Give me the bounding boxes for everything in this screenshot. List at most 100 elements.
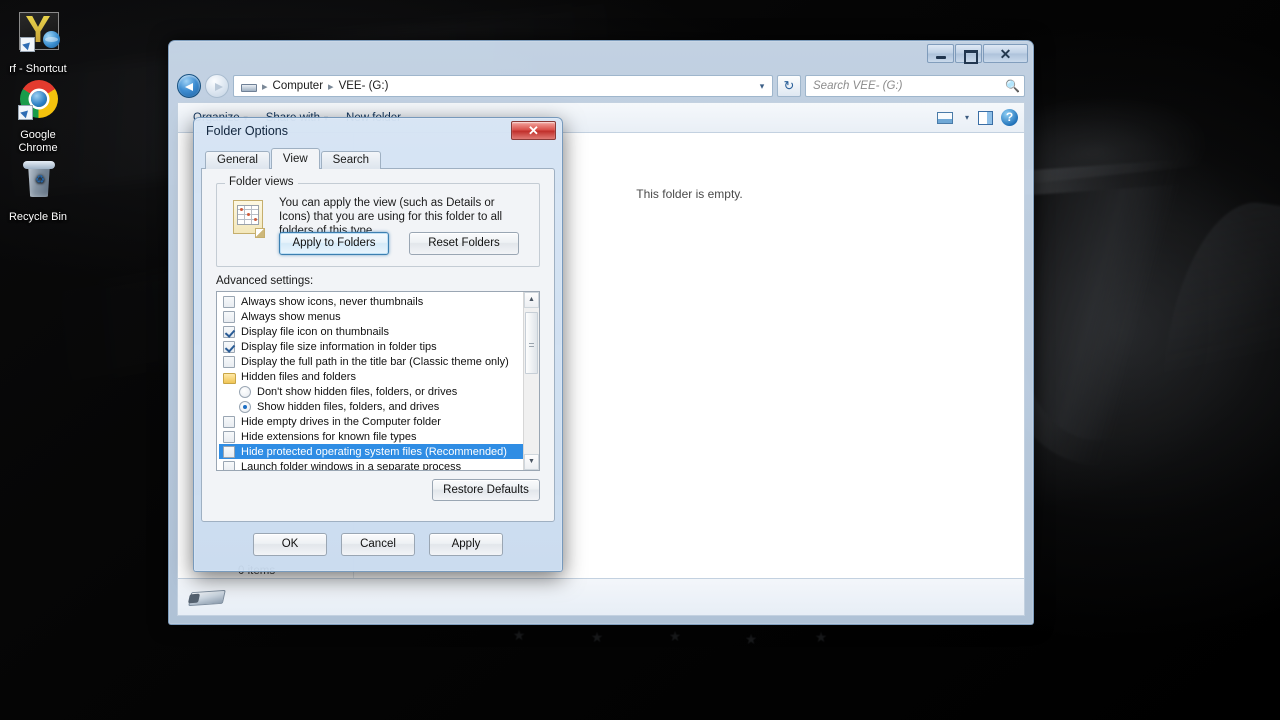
desktop-icon-label: rf - Shortcut <box>9 63 67 75</box>
advanced-setting-row[interactable]: Always show menus <box>219 309 523 324</box>
recycle-bin-icon: ♻ <box>14 160 62 208</box>
scroll-up-icon[interactable]: ▲ <box>524 292 539 308</box>
advanced-setting-row[interactable]: Don't show hidden files, folders, or dri… <box>219 384 523 399</box>
toolbar-right-group: ▾ ? <box>932 107 1018 129</box>
maximize-button[interactable] <box>955 44 982 64</box>
advanced-setting-label: Always show icons, never thumbnails <box>241 295 424 308</box>
advanced-setting-label: Display file size information in folder … <box>241 340 437 353</box>
dialog-close-button[interactable]: ✕ <box>511 121 556 140</box>
back-button[interactable] <box>177 74 201 98</box>
scroll-down-icon[interactable]: ▼ <box>524 454 539 470</box>
view-icon <box>936 111 953 124</box>
advanced-setting-row[interactable]: Hide empty drives in the Computer folder <box>219 414 523 429</box>
advanced-setting-label: Hide protected operating system files (R… <box>241 445 507 458</box>
address-bar-row: ▸ Computer ▸ VEE- (G:) ▾ ↻ Search VEE- (… <box>177 74 1025 98</box>
desktop-icon-label: Google Chrome <box>18 129 58 154</box>
folder-views-icon <box>231 200 267 238</box>
wallpaper-star-icon: ★ <box>590 629 604 645</box>
search-placeholder: Search VEE- (G:) <box>813 80 903 92</box>
checkbox-icon[interactable] <box>223 460 235 470</box>
advanced-setting-row[interactable]: Display file size information in folder … <box>219 339 523 354</box>
advanced-setting-row[interactable]: Always show icons, never thumbnails <box>219 294 523 309</box>
wallpaper-star-icon: ★ <box>814 629 828 645</box>
checkbox-icon[interactable] <box>223 295 235 308</box>
dialog-title: Folder Options <box>206 124 288 138</box>
folder-options-dialog[interactable]: Folder Options ✕ General View Search Fol… <box>193 117 563 572</box>
tab-view[interactable]: View <box>270 148 320 169</box>
checkbox-icon[interactable] <box>223 325 235 338</box>
shortcut-icon <box>14 12 62 60</box>
radio-icon[interactable] <box>239 385 251 398</box>
close-button[interactable]: ✕ <box>983 44 1028 63</box>
advanced-setting-row[interactable]: Hidden files and folders <box>219 369 523 384</box>
desktop[interactable]: ★ ★ ★ ★ ★ rf - Shortcut Google Chrome ♻ … <box>0 0 1280 720</box>
checkbox-icon[interactable] <box>223 430 235 443</box>
folder-views-group: Folder views You can apply the view (suc… <box>216 176 540 267</box>
advanced-settings-list[interactable]: Always show icons, never thumbnails Alway… <box>216 291 540 471</box>
folder-views-buttons: Apply to Folders Reset Folders <box>279 232 519 255</box>
advanced-setting-row[interactable]: Display the full path in the title bar (… <box>219 354 523 369</box>
checkbox-icon[interactable] <box>223 310 235 323</box>
advanced-setting-label: Hidden files and folders <box>241 370 356 383</box>
cancel-button[interactable]: Cancel <box>341 532 415 556</box>
desktop-icon-recycle-bin[interactable]: ♻ Recycle Bin <box>0 160 76 224</box>
breadcrumb-drive[interactable]: VEE- (G:) <box>337 80 391 92</box>
minimize-button[interactable] <box>927 44 954 63</box>
drive-icon <box>240 79 257 93</box>
checkbox-icon[interactable] <box>223 445 235 458</box>
desktop-icon-google-chrome[interactable]: Google Chrome <box>0 78 76 155</box>
folder-views-legend: Folder views <box>225 176 298 188</box>
scrollbar-thumb[interactable] <box>525 312 538 374</box>
refresh-icon[interactable]: ↻ <box>777 75 801 97</box>
forward-button[interactable] <box>205 74 229 98</box>
advanced-setting-label: Launch folder windows in a separate proc… <box>241 460 462 471</box>
preview-pane-button[interactable] <box>972 107 998 129</box>
window-controls: ✕ <box>927 44 1028 64</box>
explorer-titlebar[interactable]: ✕ <box>169 41 1033 71</box>
advanced-setting-row[interactable]: Launch folder windows in a separate proc… <box>219 459 523 471</box>
ok-button[interactable]: OK <box>253 532 327 556</box>
reset-folders-button[interactable]: Reset Folders <box>409 232 519 255</box>
address-bar[interactable]: ▸ Computer ▸ VEE- (G:) ▾ <box>233 75 773 97</box>
checkbox-icon[interactable] <box>223 340 235 353</box>
advanced-settings-rows: Always show icons, never thumbnails Alway… <box>217 292 523 470</box>
checkbox-icon[interactable] <box>223 355 235 368</box>
advanced-setting-label: Always show menus <box>241 310 341 323</box>
explorer-window[interactable]: ✕ ▸ Computer ▸ VEE- (G:) ▾ ↻ Search VEE-… <box>168 40 1034 625</box>
advanced-setting-label: Don't show hidden files, folders, or dri… <box>257 385 458 398</box>
restore-defaults-button[interactable]: Restore Defaults <box>432 479 540 501</box>
wallpaper-star-icon: ★ <box>668 628 682 644</box>
tab-search[interactable]: Search <box>320 151 382 169</box>
breadcrumb-separator-icon: ▸ <box>328 80 334 93</box>
close-icon: ✕ <box>999 46 1012 62</box>
breadcrumb-computer[interactable]: Computer <box>271 80 326 92</box>
advanced-settings-scrollbar[interactable]: ▲ ▼ <box>523 292 539 470</box>
wallpaper-star-icon: ★ <box>512 627 526 643</box>
apply-to-folders-button[interactable]: Apply to Folders <box>279 232 389 255</box>
desktop-icon-rf-shortcut[interactable]: rf - Shortcut <box>0 12 76 76</box>
advanced-settings-label: Advanced settings: <box>216 275 314 287</box>
dialog-tabstrip: General View Search <box>205 148 382 169</box>
help-icon[interactable]: ? <box>1001 109 1018 126</box>
desktop-icon-label: Recycle Bin <box>8 211 68 223</box>
checkbox-icon[interactable] <box>223 415 235 428</box>
search-icon: 🔍 <box>1005 79 1020 93</box>
radio-icon[interactable] <box>239 400 251 413</box>
advanced-setting-row[interactable]: Hide protected operating system files (R… <box>219 444 523 459</box>
advanced-setting-label: Hide empty drives in the Computer folder <box>241 415 441 428</box>
chevron-down-icon[interactable]: ▾ <box>965 113 969 122</box>
advanced-setting-label: Display file icon on thumbnails <box>241 325 389 338</box>
folder-icon <box>223 371 236 384</box>
view-tab-panel: Folder views You can apply the view (suc… <box>201 168 555 522</box>
chrome-icon <box>14 78 62 126</box>
explorer-status-bar: 0 items <box>177 565 1025 616</box>
apply-button[interactable]: Apply <box>429 532 503 556</box>
search-input[interactable]: Search VEE- (G:) 🔍 <box>805 75 1025 97</box>
address-dropdown-icon[interactable]: ▾ <box>754 81 770 92</box>
advanced-setting-row[interactable]: Hide extensions for known file types <box>219 429 523 444</box>
change-view-button[interactable] <box>932 107 958 129</box>
tab-general[interactable]: General <box>205 151 270 169</box>
advanced-setting-row[interactable]: Display file icon on thumbnails <box>219 324 523 339</box>
advanced-setting-row[interactable]: Show hidden files, folders, and drives <box>219 399 523 414</box>
dialog-body: General View Search Folder views You can… <box>201 148 555 564</box>
